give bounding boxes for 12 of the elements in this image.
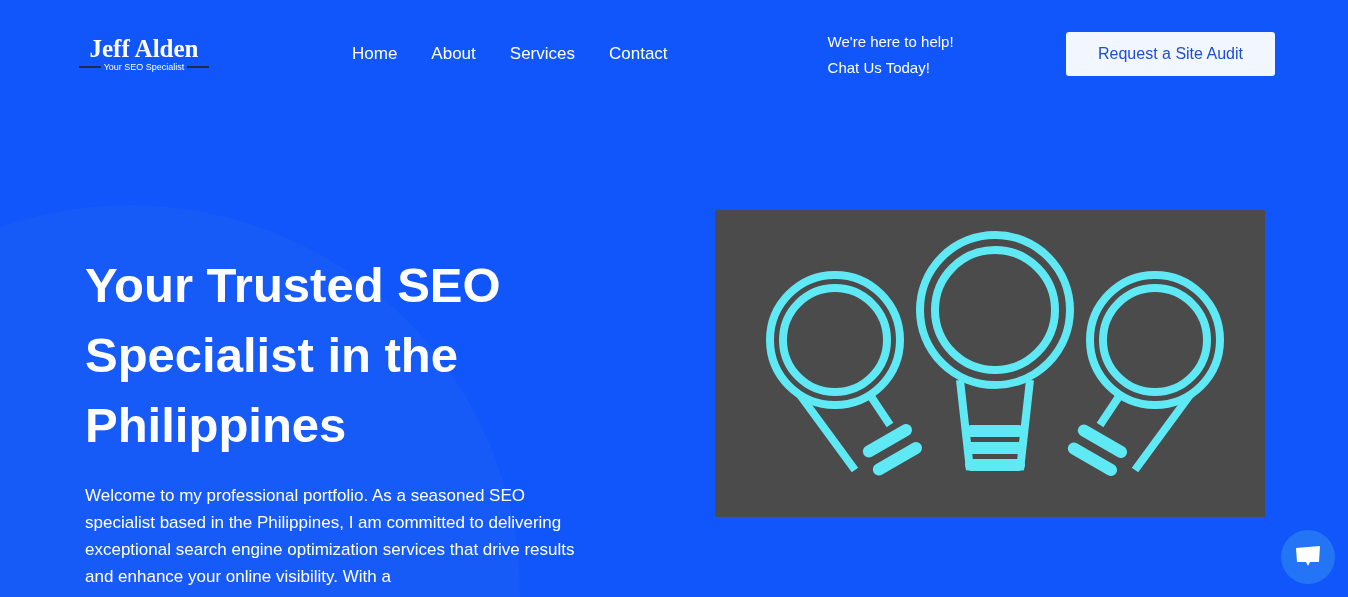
chat-text: Chat Us Today! — [827, 58, 931, 76]
hero-title: Your Trusted SEO Specialist in the Philippines — [85, 257, 502, 454]
help-text: We're here to help! — [827, 32, 954, 50]
nav-link[interactable]: Contact — [609, 44, 668, 64]
request-audit-button[interactable]: Request a Site Audit — [1066, 32, 1275, 76]
nav-link[interactable]: Services — [509, 44, 575, 64]
chat-button[interactable] — [1281, 530, 1335, 584]
logo-text[interactable]: Jeff Alden — [89, 36, 199, 62]
logo-tagline: Your SEO Specialist — [103, 62, 185, 72]
nav-link[interactable]: Home — [352, 44, 398, 64]
nav-link[interactable]: About — [431, 44, 476, 64]
intro-paragraph: Welcome to my professional portfolio. As a seasoned SEO specialist based in the Philippines, I am committed to delivering exceptional search engine optimization services that drive results and enhance your online visibility. With a — [85, 485, 576, 588]
